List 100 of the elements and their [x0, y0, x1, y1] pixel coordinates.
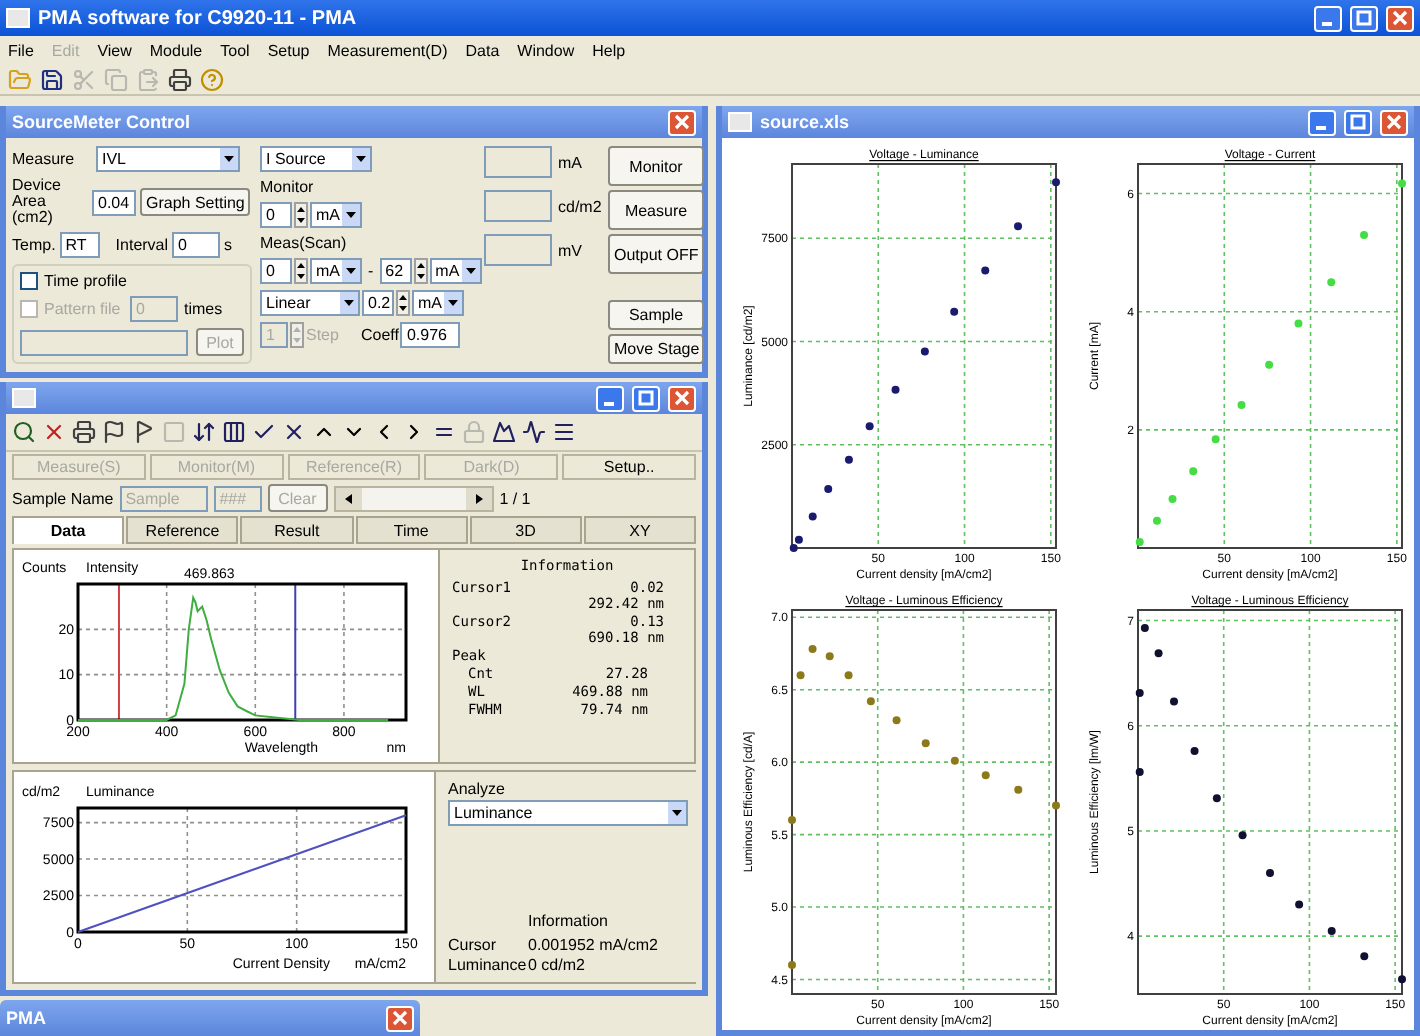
data-point [1293, 318, 1302, 327]
maximize-icon [1356, 10, 1372, 26]
menu-item[interactable]: View [97, 41, 132, 59]
menu-item[interactable]: Tool [220, 41, 250, 59]
search-icon[interactable] [12, 420, 36, 444]
data-point [1051, 800, 1059, 809]
input-field[interactable]: 62 [379, 258, 412, 284]
minimize-button[interactable] [596, 385, 624, 411]
data-point [1211, 793, 1220, 802]
tab[interactable]: XY [583, 516, 697, 544]
command-button[interactable]: Monitor [608, 146, 704, 186]
scrollbar[interactable] [333, 485, 494, 511]
tab[interactable]: 3D [469, 516, 582, 544]
dropdown[interactable]: Luminance [448, 799, 688, 825]
tab[interactable]: Time [355, 516, 468, 544]
field-label: Temp. [12, 236, 56, 254]
data-point [787, 815, 795, 824]
window-title: PMA software for C9920-11 - PMA [38, 7, 359, 29]
columns-icon[interactable] [222, 420, 246, 444]
unit-label: times [184, 300, 223, 318]
dropdown[interactable]: mA [310, 202, 362, 228]
spin-button[interactable] [294, 258, 308, 284]
graph-setting-button[interactable]: Graph Setting [140, 188, 251, 216]
checkbox-label: Pattern file [44, 300, 123, 318]
checkbox[interactable] [20, 272, 38, 290]
close-button[interactable] [1380, 109, 1408, 135]
input-field[interactable]: 0.04 [92, 189, 136, 215]
delete-icon[interactable] [42, 420, 66, 444]
dropdown[interactable]: IVL [96, 146, 240, 172]
unit-label: s [224, 236, 233, 254]
wave-icon[interactable] [522, 420, 546, 444]
data-point [980, 770, 989, 779]
close-button[interactable] [668, 385, 696, 411]
dropdown[interactable]: mA [429, 258, 482, 284]
print-icon[interactable] [168, 67, 192, 91]
input-field[interactable]: 0 [260, 202, 292, 228]
menu-icon[interactable] [552, 420, 576, 444]
command-button[interactable]: Output OFF [608, 234, 704, 274]
menu-item[interactable]: Window [517, 41, 575, 59]
spin-button[interactable] [396, 290, 410, 316]
caret-icon [342, 260, 360, 282]
flag-icon[interactable] [132, 420, 156, 444]
tab[interactable]: Reference [126, 516, 239, 544]
spin-button[interactable] [413, 258, 428, 284]
menu-item[interactable]: Setup [267, 41, 310, 59]
caret-icon [352, 148, 370, 170]
menu-item[interactable]: Help [592, 41, 626, 59]
dropdown[interactable]: mA [310, 258, 362, 284]
command-button[interactable]: Setup.. [562, 454, 696, 480]
data-point [1167, 493, 1176, 502]
data-point [1013, 221, 1022, 230]
data-point [1326, 277, 1335, 286]
peak-icon[interactable] [492, 420, 516, 444]
scroll-left-button[interactable] [335, 487, 362, 509]
input-field[interactable]: 0 [172, 232, 221, 258]
tab[interactable]: Result [240, 516, 354, 544]
data-point [1265, 868, 1273, 876]
window-title: source.xls [760, 112, 852, 132]
maximize-button[interactable] [632, 385, 660, 411]
command-button[interactable]: Measure [608, 190, 704, 230]
data-point [890, 384, 899, 393]
data-point [1264, 359, 1273, 368]
menu-item[interactable]: Measurement(D) [327, 41, 448, 59]
command-button[interactable]: Sample [608, 300, 704, 330]
check-icon[interactable] [252, 420, 276, 444]
info-title: Information [527, 912, 609, 930]
minimize-button[interactable] [1314, 5, 1342, 31]
input-field[interactable]: 0.976 [400, 322, 461, 348]
maximize-button[interactable] [1350, 5, 1378, 31]
dropdown[interactable]: I Source [260, 146, 372, 172]
minimize-button[interactable] [1308, 109, 1336, 135]
input-field[interactable]: RT [59, 232, 100, 258]
dropdown[interactable]: mA [412, 290, 464, 316]
maximize-button[interactable] [1344, 109, 1372, 135]
menu-item[interactable]: Data [465, 41, 500, 59]
close-button[interactable] [1386, 5, 1414, 31]
cross-icon[interactable] [282, 420, 306, 444]
command-button[interactable]: Move Stage [608, 334, 704, 364]
app-icon [6, 8, 30, 28]
tab[interactable]: Data [12, 516, 125, 544]
menu-item[interactable]: Module [149, 41, 203, 59]
scroll-right-button[interactable] [465, 487, 492, 509]
spin-button[interactable] [294, 202, 308, 228]
field-label: Interval [115, 236, 169, 254]
save-icon[interactable] [40, 67, 64, 91]
field-label: Meas(Scan) [260, 234, 349, 252]
flag-icon[interactable] [102, 420, 126, 444]
cursor-line[interactable] [117, 582, 120, 721]
cursor-line[interactable] [294, 582, 297, 721]
input-field[interactable]: 0.2 [362, 290, 394, 316]
print-icon[interactable] [72, 420, 96, 444]
data-point [891, 715, 900, 724]
data-point [1134, 767, 1143, 775]
dropdown[interactable]: Linear [260, 290, 360, 316]
close-button[interactable] [386, 1005, 414, 1031]
sort-icon[interactable] [192, 420, 216, 444]
input-field[interactable] [20, 329, 188, 355]
close-button[interactable] [668, 109, 696, 135]
menu-item[interactable]: File [8, 41, 34, 59]
input-field[interactable]: 0 [260, 258, 292, 284]
